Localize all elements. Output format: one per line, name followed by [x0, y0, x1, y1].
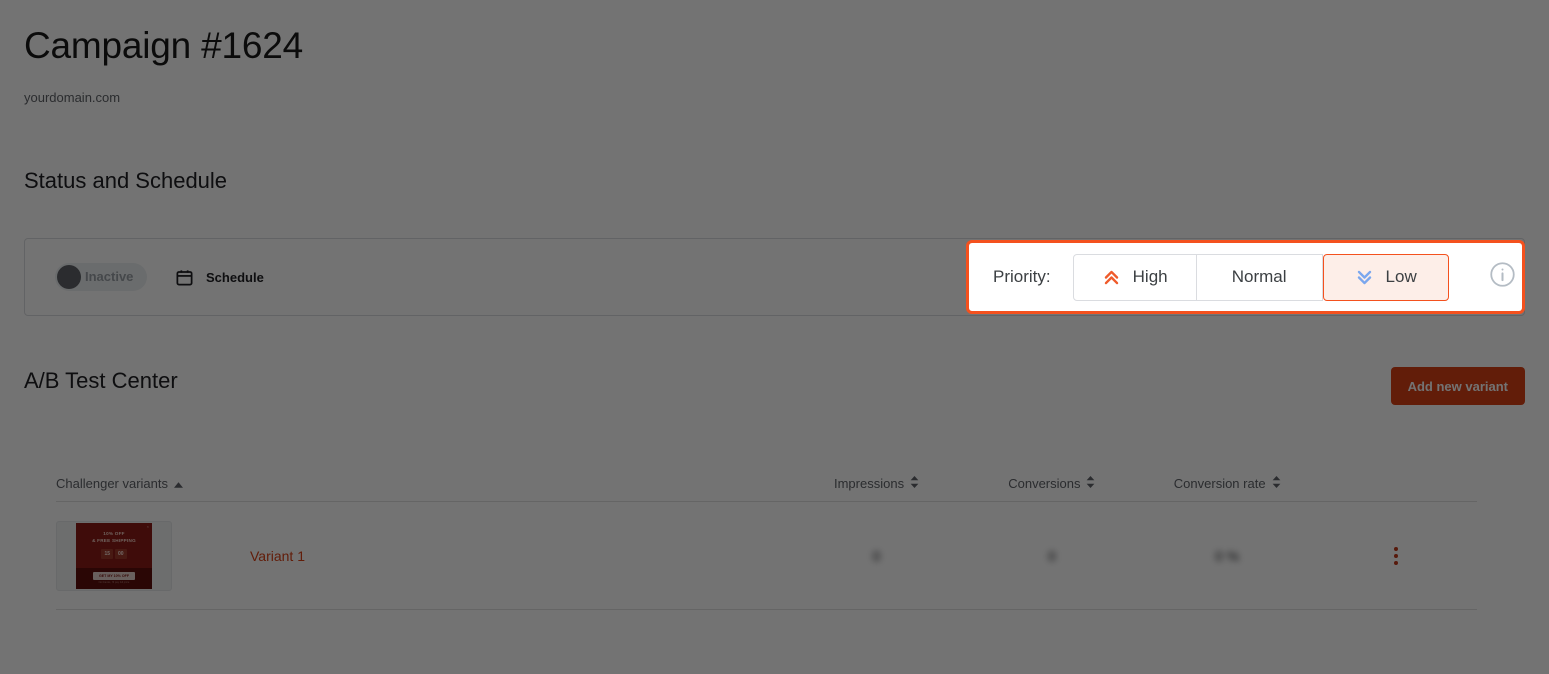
info-circle-icon	[1489, 261, 1516, 293]
priority-option-label: Low	[1385, 267, 1417, 286]
priority-option-label: Normal	[1231, 267, 1287, 286]
priority-info-button[interactable]	[1489, 261, 1516, 293]
priority-selector-panel: Priority: High Normal Low	[966, 240, 1525, 314]
double-chevron-down-icon	[1355, 268, 1374, 287]
priority-option-normal[interactable]: Normal	[1196, 253, 1323, 301]
modal-dim-overlay	[0, 0, 1549, 674]
priority-segmented-control: High Normal Low	[1072, 253, 1449, 301]
priority-label: Priority:	[993, 267, 1051, 286]
double-chevron-up-icon	[1102, 268, 1121, 287]
priority-option-low[interactable]: Low	[1322, 253, 1449, 301]
priority-option-label: High	[1132, 267, 1168, 286]
priority-option-high[interactable]: High	[1072, 253, 1197, 301]
